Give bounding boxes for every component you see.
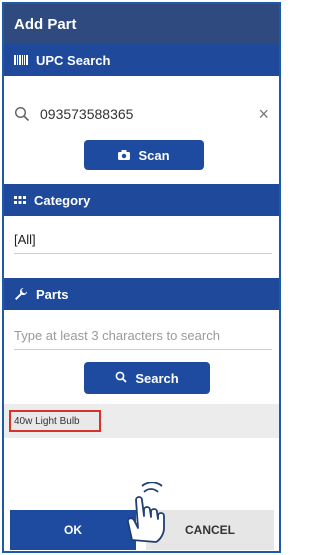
scan-button[interactable]: Scan (84, 140, 204, 170)
upc-search-section-title: UPC Search (36, 52, 111, 68)
search-button-label: Search (135, 370, 179, 386)
upc-search-input[interactable] (40, 106, 235, 122)
search-button[interactable]: Search (84, 362, 210, 394)
scan-button-label: Scan (138, 147, 170, 163)
category-select[interactable]: [All] (14, 226, 272, 254)
category-section-header: Category (4, 184, 279, 216)
camera-icon (118, 148, 131, 163)
search-icon (115, 371, 127, 386)
parts-section-title: Parts (36, 286, 69, 302)
parts-search-input[interactable] (14, 322, 272, 350)
clear-icon[interactable]: × (258, 104, 269, 125)
parts-section-header: Parts (4, 278, 279, 310)
upc-search-section-header: UPC Search (4, 44, 279, 76)
barcode-icon (14, 55, 28, 65)
upc-search-field: × (4, 96, 279, 132)
add-part-dialog: Add Part UPC Search × (2, 2, 281, 553)
results-list: 40w Light Bulb (4, 404, 279, 438)
list-item[interactable]: 40w Light Bulb (9, 410, 101, 432)
grid-icon (14, 196, 26, 204)
pointer-hand-icon (122, 481, 182, 546)
search-icon (14, 106, 30, 122)
category-section-title: Category (34, 192, 91, 208)
wrench-icon (14, 287, 28, 301)
dialog-title: Add Part (4, 4, 279, 44)
ok-button[interactable]: OK (10, 510, 136, 550)
